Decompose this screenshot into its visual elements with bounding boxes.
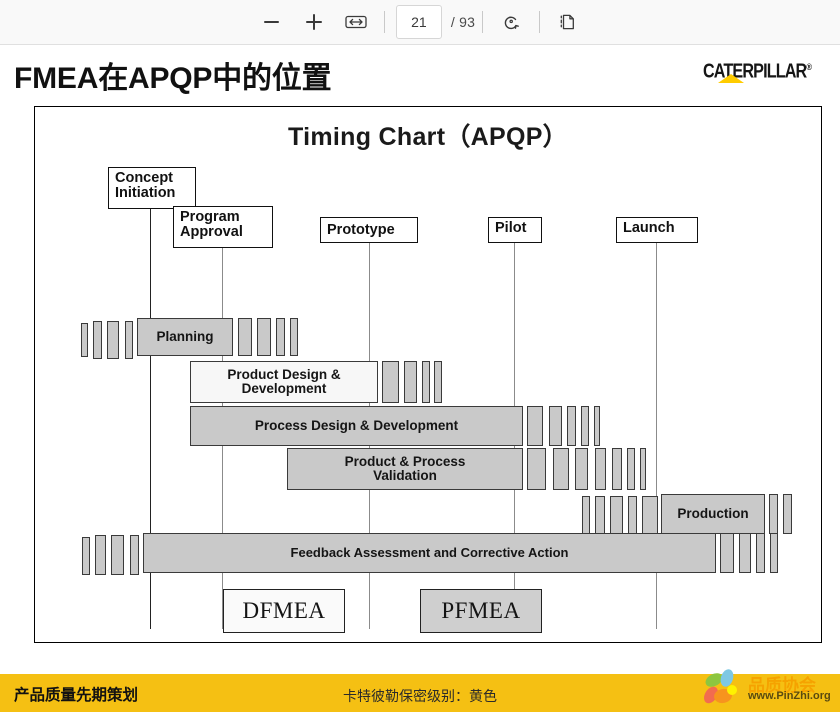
fade-strip [783, 494, 792, 534]
fade-strip [434, 361, 442, 403]
fade-strip [527, 448, 546, 490]
fade-strip [107, 321, 119, 359]
pdf-viewer-toolbar: 21 / 93 [0, 0, 840, 45]
fade-strip [81, 323, 88, 357]
caterpillar-logo: CATERPILLAR® [703, 60, 827, 86]
fade-strip [422, 361, 430, 403]
page-total-label: / 93 [450, 14, 476, 30]
fade-strip [257, 318, 271, 356]
fade-strip [770, 533, 778, 573]
fade-strip [610, 496, 623, 536]
phase-bar-product-and-process-validation: Product & Process Validation [287, 448, 523, 490]
fade-strip [582, 496, 590, 536]
milestone-box-pilot: Pilot [488, 217, 542, 243]
phase-bar-feedback-assessment-and-corrective-action: Feedback Assessment and Corrective Actio… [143, 533, 716, 573]
fade-strip [612, 448, 622, 490]
toolbar-separator [539, 11, 541, 33]
milestone-box-prototype: Prototype [320, 217, 418, 243]
fade-strip [640, 448, 646, 490]
rotate-button[interactable] [496, 7, 526, 37]
milestone-box-program-approval: Program Approval [173, 206, 273, 248]
fade-strip [130, 535, 139, 575]
fade-strip [628, 496, 637, 536]
registered-mark: ® [806, 61, 812, 73]
fade-strip [238, 318, 252, 356]
fade-strip [382, 361, 399, 403]
zoom-out-button[interactable] [257, 7, 287, 37]
fade-strip [93, 321, 102, 359]
fade-strip [553, 448, 569, 490]
fade-strip [720, 533, 734, 573]
fade-strip [575, 448, 588, 490]
timing-chart-frame: Timing Chart（APQP） Concept Initiation Pr… [34, 106, 822, 643]
fade-strip [594, 406, 600, 446]
fade-strip [404, 361, 417, 403]
pinzhi-url: www.PinZhi.org [748, 690, 831, 702]
fade-strip [82, 537, 90, 575]
slide-canvas: FMEA在APQP中的位置 CATERPILLAR® Timing Chart（… [0, 45, 840, 712]
fade-strip [125, 321, 133, 359]
pinzhi-flower-icon [704, 669, 737, 704]
fade-strip [527, 406, 543, 446]
caterpillar-triangle-icon [718, 74, 744, 83]
plus-icon [305, 14, 322, 30]
page-title: FMEA在APQP中的位置 [14, 62, 332, 95]
pinzhi-watermark: 品质协会 www.PinZhi.org [702, 668, 834, 714]
page-number-value: 21 [411, 14, 427, 30]
page-view-icon [560, 14, 575, 30]
rotate-icon [504, 16, 519, 30]
page-number-input[interactable]: 21 [395, 5, 442, 39]
fade-strip [581, 406, 589, 446]
page-view-button[interactable] [553, 7, 583, 37]
fade-strip [756, 533, 765, 573]
milestone-box-launch: Launch [616, 217, 698, 243]
phase-bar-product-design-and-development: Product Design & Development [190, 361, 378, 403]
milestone-box-concept-initiation: Concept Initiation [108, 167, 196, 209]
phase-bar-planning: Planning [137, 318, 233, 356]
chart-plot-area: Concept Initiation Program Approval Prot… [35, 107, 823, 644]
fit-width-icon [345, 15, 367, 29]
fade-strip [739, 533, 751, 573]
fit-width-button[interactable] [341, 7, 371, 37]
fade-strip [642, 496, 658, 536]
phase-bar-production: Production [661, 494, 765, 534]
fade-strip [769, 494, 778, 534]
fade-strip [627, 448, 635, 490]
fade-strip [549, 406, 562, 446]
fade-strip [276, 318, 285, 356]
toolbar-separator [383, 11, 385, 33]
fmea-marker-dfmea: DFMEA [223, 589, 345, 633]
toolbar-separator [482, 11, 484, 33]
slide-footer: 产品质量先期策划 卡特彼勒保密级别：黄色 品质协会 www.PinZhi.org [0, 669, 840, 712]
fade-strip [595, 448, 606, 490]
fade-strip [95, 535, 106, 575]
fade-strip [567, 406, 576, 446]
zoom-in-button[interactable] [299, 7, 329, 37]
phase-bar-process-design-and-development: Process Design & Development [190, 406, 523, 446]
fade-strip [290, 318, 298, 356]
minus-icon [264, 21, 280, 23]
fade-strip [111, 535, 124, 575]
fmea-marker-pfmea: PFMEA [420, 589, 542, 633]
fade-strip [595, 496, 605, 536]
